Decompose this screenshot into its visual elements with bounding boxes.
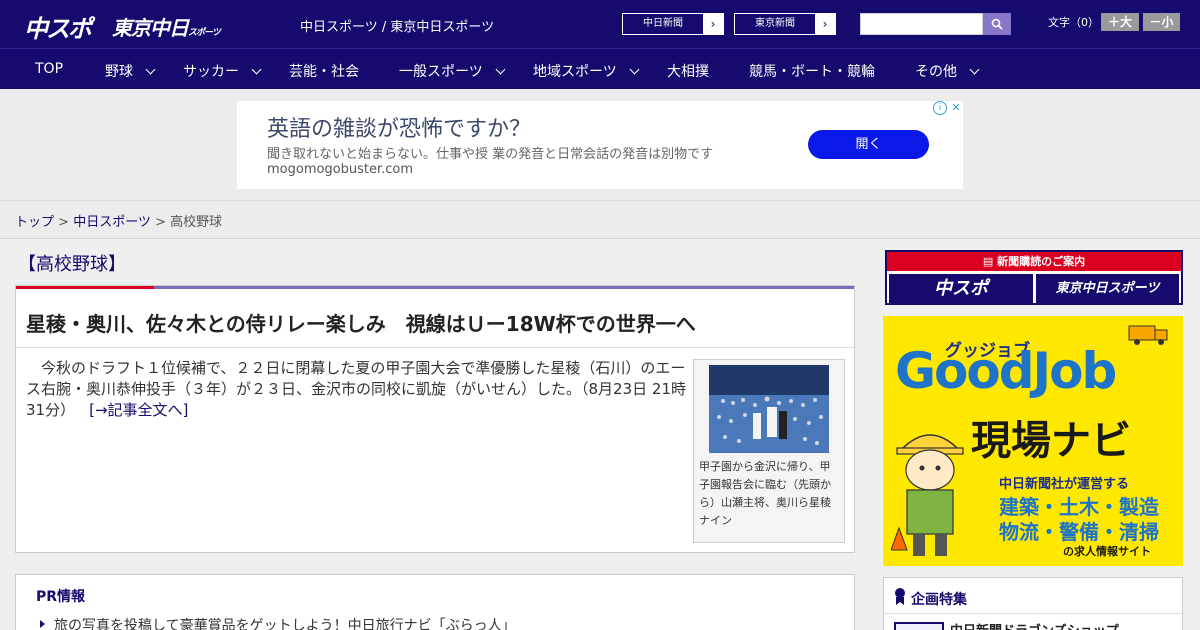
goodjob-line4: の求人情報サイト	[1063, 545, 1151, 558]
site-title: 中日スポーツ / 東京中日スポーツ	[300, 20, 495, 35]
ad-open-button[interactable]: 開く	[808, 130, 929, 159]
nav-racing-label: 競馬・ボート・競輪	[749, 64, 875, 80]
breadcrumb-sep: >	[54, 215, 74, 230]
ad-band: 英語の雑談が恐怖ですか？ 聞き取れないと始まらない。仕事や授 業の発音と日常会話…	[0, 89, 1200, 201]
card-accent-red	[16, 286, 154, 289]
breadcrumb-current: 高校野球	[170, 215, 223, 230]
subscription-head: ▤ 新聞購読のご案内	[887, 252, 1181, 271]
ad-url[interactable]: mogomogobuster.com	[267, 162, 413, 177]
chevron-right-icon: ›	[703, 14, 723, 34]
article-photo[interactable]	[709, 365, 829, 453]
tokyo-shimbun-link[interactable]: 東京新聞 ›	[734, 13, 836, 35]
subscription-tokyo-logo[interactable]: 東京中日スポーツ	[1036, 274, 1179, 303]
card-accent-purple	[154, 286, 854, 289]
feature-title: 企画特集	[911, 592, 967, 608]
chevron-down-icon	[629, 64, 640, 75]
nav-other-label: その他	[915, 64, 957, 80]
pr-card: PR情報 旅の写真を投稿して豪華賞品をゲットしよう！中日旅行ナビ「ぶらっ人」	[15, 574, 855, 630]
ribbon-icon	[895, 588, 905, 605]
nav-sumo-label: 大相撲	[667, 64, 709, 80]
tokyo-chunichi-logo[interactable]: 東京中日スポーツ	[112, 12, 221, 41]
breadcrumb: トップ > 中日スポーツ > 高校野球	[0, 201, 1200, 239]
nav-baseball-label: 野球	[105, 64, 133, 80]
article-title[interactable]: 星稜・奥川、佐々木との侍リレー楽しみ 視線はＵー18W杯での世界一へ	[26, 308, 846, 337]
goodjob-logo: GoodJob	[895, 342, 1117, 400]
feature-item[interactable]: 中日新聞ドラゴンズショップ	[950, 620, 1119, 630]
main-nav: TOP 野球 サッカー 芸能・社会 一般スポーツ 地域スポーツ 大相撲 競馬・ボ…	[0, 48, 1200, 89]
ad-close-icon[interactable]: ✕	[949, 101, 963, 115]
chuspo-logo[interactable]: 中スポ	[24, 9, 92, 44]
subscription-head-label: 新聞購読のご案内	[997, 255, 1086, 268]
photo-caption: 甲子園から金沢に帰り、甲子園報告会に臨む（先頭から）山瀬主将、奥川ら星稜ナイン	[699, 460, 831, 527]
subscription-banner[interactable]: ▤ 新聞購読のご案内 中スポ 東京中日スポーツ	[885, 250, 1183, 305]
truck-icon	[1128, 325, 1168, 345]
read-more-link[interactable]: [→記事全文へ]	[89, 401, 188, 419]
tokyo-shimbun-label: 東京新聞	[755, 18, 795, 29]
chevron-down-icon	[251, 64, 262, 75]
nav-racing[interactable]: 競馬・ボート・競輪	[749, 61, 875, 81]
nav-other[interactable]: その他	[915, 61, 980, 81]
goodjob-ad[interactable]: グッジョブ GoodJob 現場ナビ 中日新聞社が運営する 建築・土木・製造 物…	[883, 316, 1183, 566]
ad-headline[interactable]: 英語の雑談が恐怖ですか？	[267, 111, 531, 143]
search-input[interactable]	[860, 13, 983, 35]
goodjob-line1: 中日新聞社が運営する	[999, 477, 1130, 492]
triangle-bullet-icon	[40, 620, 45, 628]
section-label: 【高校野球】	[18, 254, 126, 275]
nav-general-sports-label: 一般スポーツ	[399, 64, 483, 80]
tokyo-logo-small: スポーツ	[188, 28, 221, 38]
chunichi-shimbun-link[interactable]: 中日新聞 ›	[622, 13, 724, 35]
worker-mascot-icon	[891, 434, 964, 556]
feature-divider	[884, 613, 1182, 614]
nav-entertainment-label: 芸能・社会	[289, 64, 359, 80]
nav-soccer-label: サッカー	[183, 64, 239, 80]
ad-info-icon[interactable]: i	[933, 101, 947, 115]
subscription-chuspo-logo[interactable]: 中スポ	[889, 274, 1033, 303]
pr-item[interactable]: 旅の写真を投稿して豪華賞品をゲットしよう！中日旅行ナビ「ぶらっ人」	[54, 615, 516, 630]
chevron-down-icon	[145, 64, 156, 75]
nav-top[interactable]: TOP	[35, 61, 63, 77]
pr-title: PR情報	[36, 589, 86, 605]
goodjob-nav-text: 現場ナビ	[971, 418, 1131, 464]
top-header: 中スポ 東京中日スポーツ 中日スポーツ / 東京中日スポーツ 中日新聞 › 東京…	[0, 0, 1200, 48]
ad-description: 聞き取れないと始まらない。仕事や授 業の発音と日常会話の発音は別物です	[267, 147, 714, 162]
chevron-right-icon: ›	[815, 14, 835, 34]
goodjob-line3: 物流・警備・清掃	[999, 520, 1159, 544]
chevron-down-icon	[969, 64, 980, 75]
article-card: 星稜・奥川、佐々木との侍リレー楽しみ 視線はＵー18W杯での世界一へ 今秋のドラ…	[15, 285, 855, 553]
nav-regional-sports[interactable]: 地域スポーツ	[533, 61, 640, 81]
feature-card: 企画特集 中日新聞ドラゴンズショップ	[883, 577, 1183, 630]
feature-item-thumb[interactable]	[894, 622, 944, 630]
newspaper-icon: ▤	[982, 255, 998, 268]
search-icon	[991, 18, 1003, 30]
nav-entertainment[interactable]: 芸能・社会	[289, 61, 359, 81]
breadcrumb-sep: >	[150, 215, 171, 230]
breadcrumb-parent[interactable]: 中日スポーツ	[73, 215, 151, 230]
search-button[interactable]	[983, 13, 1011, 35]
nav-top-label: TOP	[35, 61, 64, 77]
ad-banner[interactable]: 英語の雑談が恐怖ですか？ 聞き取れないと始まらない。仕事や授 業の発音と日常会話…	[237, 101, 963, 189]
chunichi-shimbun-label: 中日新聞	[643, 18, 683, 29]
font-smaller-button[interactable]: －小	[1143, 13, 1180, 31]
font-bigger-button[interactable]: ＋大	[1101, 13, 1139, 31]
photo-box: 甲子園から金沢に帰り、甲子園報告会に臨む（先頭から）山瀬主将、奥川ら星稜ナイン	[693, 359, 845, 543]
nav-baseball[interactable]: 野球	[105, 61, 156, 81]
nav-regional-sports-label: 地域スポーツ	[533, 64, 617, 80]
nav-general-sports[interactable]: 一般スポーツ	[399, 61, 506, 81]
tokyo-logo-main: 東京中日	[112, 16, 189, 40]
chevron-down-icon	[495, 64, 506, 75]
article-divider	[16, 347, 854, 348]
article-body: 今秋のドラフト１位候補で、２２日に閉幕した夏の甲子園大会で準優勝した星稜（石川）…	[26, 358, 686, 421]
font-size-label: 文字（0）	[1048, 16, 1099, 29]
photo-crowd-image	[709, 365, 829, 453]
nav-sumo[interactable]: 大相撲	[667, 61, 709, 81]
breadcrumb-home[interactable]: トップ	[15, 215, 54, 230]
nav-soccer[interactable]: サッカー	[183, 61, 262, 81]
